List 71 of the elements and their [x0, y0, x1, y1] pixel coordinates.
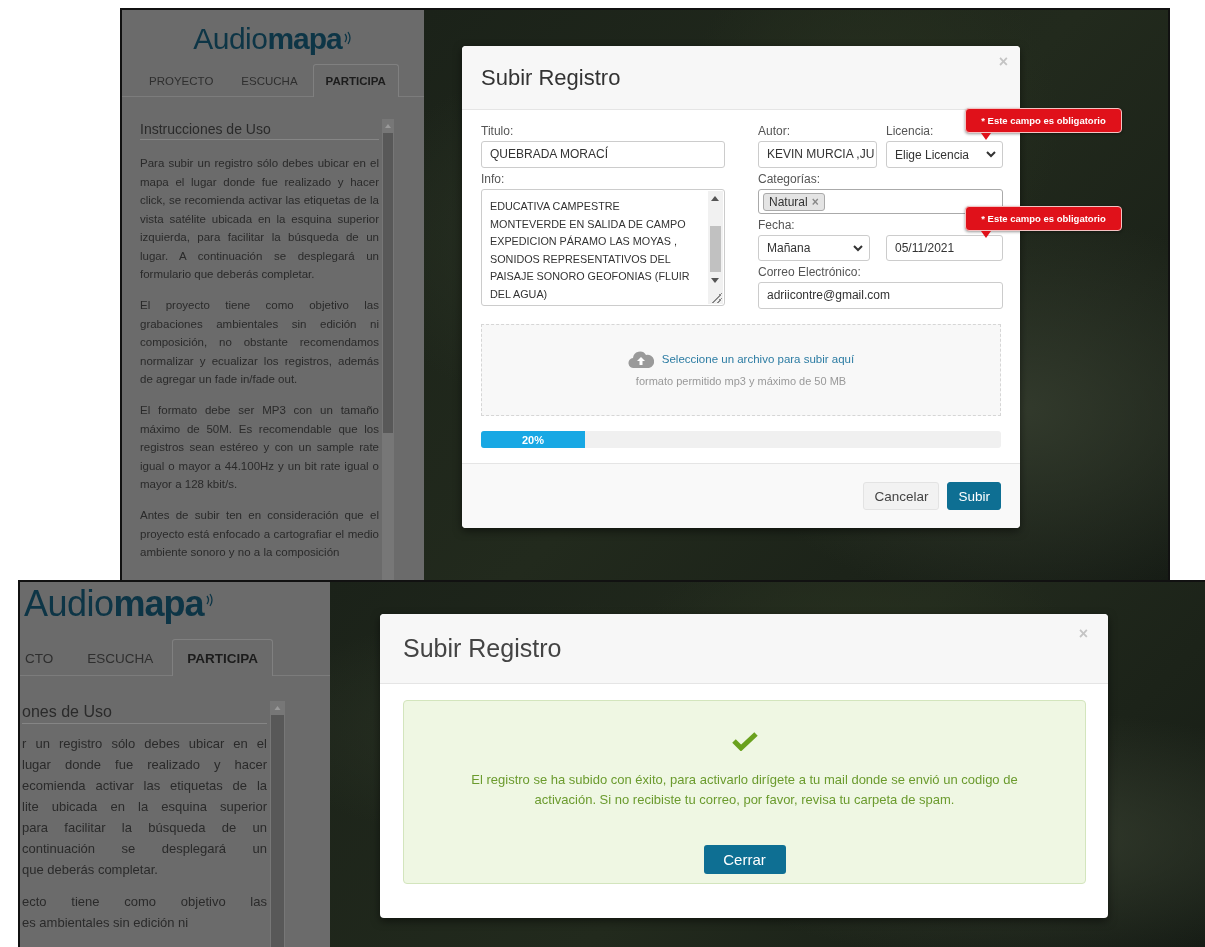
- paragraph-line: formulario que deberás completar.: [140, 267, 316, 282]
- author-field[interactable]: KEVIN MURCIA ,JU: [758, 141, 877, 168]
- email-field[interactable]: adriicontre@gmail.com: [758, 282, 1003, 309]
- tab[interactable]: PARTICIPA: [312, 64, 399, 97]
- paragraph-line: que deberás completar.: [22, 861, 159, 879]
- paragraph-line: mapa el lugar donde fue realizado y hacer: [140, 174, 379, 190]
- paragraph-line: grabaciones ambientales sin edición ni: [140, 316, 379, 332]
- paragraph-line: El proyecto tiene como objetivo las: [140, 298, 379, 313]
- tab[interactable]: PARTICIPA: [172, 639, 274, 676]
- field-label: Categorías:: [758, 172, 821, 186]
- logo: Audiomapa: [193, 24, 342, 54]
- section-heading: ones de Uso: [22, 701, 267, 724]
- paragraph-line: normalizar y ecualizar los registros, además: [140, 353, 379, 369]
- paragraph-line: máximo de 50M. Es recomendable que los: [140, 421, 379, 437]
- categories-field[interactable]: Natural ×: [758, 189, 1003, 214]
- cloud-upload-icon: [627, 349, 654, 369]
- field-label: Titulo:: [481, 124, 514, 138]
- error-tooltip: * Este campo es obligatorio: [965, 108, 1122, 140]
- dialog-title: Subir Registro: [403, 634, 562, 663]
- sound-waves-icon: [342, 30, 353, 46]
- dialog-title: Subir Registro: [481, 64, 621, 91]
- paragraph-line: r un registro sólo debes ubicar en el: [22, 735, 267, 753]
- field-label: Info:: [481, 172, 505, 186]
- cancel-button[interactable]: Cancelar: [863, 482, 940, 510]
- upload-link[interactable]: Seleccione un archivo para subir aquí: [661, 353, 855, 365]
- caret-icon: [853, 244, 863, 252]
- check-icon: [731, 731, 758, 751]
- paragraph-line: de agregar un fade in/fade out.: [140, 372, 299, 387]
- scrollbar[interactable]: [382, 119, 394, 580]
- paragraph-line: ambiente sonoro y no a la composición: [140, 545, 341, 560]
- success-message: El registro se ha subido con éxito, para activarlo dirígete a tu mail donde se envió un codigo de activación. Si no recibiste tu correo, por favor, revisa tu carpeta de spam.: [470, 771, 1019, 809]
- paragraph-line: mayor a 128 kbit/s.: [140, 477, 239, 492]
- paragraph-line: izquierda, para facilitar la búsqueda de un: [140, 230, 379, 245]
- paragraph-line: proyecto está enfocado a cartografiar el medio: [140, 526, 379, 542]
- license-select[interactable]: Elige Licencia: [886, 141, 1003, 168]
- file-dropzone[interactable]: Seleccione un archivo para subir aquí formato permitido mp3 y máximo de 50 MB: [481, 324, 1001, 416]
- field-label: Correo Electrónico:: [758, 265, 861, 279]
- section-heading: Instrucciones de Uso: [140, 119, 379, 140]
- paragraph-line: lite ubicada en la esquina superior: [22, 798, 267, 816]
- logo: Audiomapa: [24, 586, 204, 622]
- paragraph-line: es ambientales sin edición ni: [22, 914, 190, 932]
- paragraph-line: Para subir un registro sólo debes ubicar en el: [140, 156, 379, 171]
- paragraph-line: click, se recomienda activar las etiquetas de la: [140, 193, 379, 208]
- category-tag[interactable]: Natural ×: [763, 192, 825, 211]
- paragraph-line: lugar. A continuación se desplegará un: [140, 248, 379, 264]
- paragraph-line: registros sean estéreo y con un sample rate: [140, 440, 379, 455]
- submit-button[interactable]: Subir: [947, 482, 1001, 510]
- date-field[interactable]: 05/11/2021: [886, 235, 1003, 261]
- paragraph-line: El formato debe ser MP3 con un tamaño: [140, 403, 379, 418]
- caret-icon: [986, 151, 996, 158]
- title-field[interactable]: QUEBRADA MORACÍ: [481, 141, 725, 168]
- paragraph-line: continuación se desplegará un: [22, 840, 267, 858]
- progress-fill: 20%: [481, 431, 585, 448]
- info-textarea[interactable]: EDUCATIVA CAMPESTRE MONTEVERDE EN SALIDA DE CAMPO EXPEDICION PÁRAMO LAS MOYAS , SONIDOS REPRESENTATIVOS DEL PAISAJE SONORO GEOFONIAS (FLUIR DEL AGUA): [481, 189, 725, 306]
- field-label: Licencia:: [886, 124, 934, 138]
- paragraph-line: lugar donde fue realizado y hacer: [22, 756, 267, 774]
- paragraph-line: vista satélite ubicada en la esquina superior: [140, 211, 379, 227]
- paragraph-line: ecomienda activar las etiquetas de la: [22, 777, 267, 795]
- error-tooltip: * Este campo es obligatorio: [965, 206, 1122, 238]
- paragraph-line: composición, no obstante recomendamos: [140, 335, 379, 350]
- upload-hint: formato permitido mp3 y máximo de 50 MB: [635, 375, 847, 387]
- sound-waves-icon: [204, 592, 215, 608]
- paragraph-line: Antes de subir ten en consideración que el: [140, 508, 379, 523]
- paragraph-line: igual o mayor a 44.100Hz y un bit rate igual o: [140, 458, 379, 474]
- paragraph-line: ecto tiene como objetivo las: [22, 893, 267, 911]
- paragraph-line: para facilitar la búsqueda de un: [22, 819, 267, 837]
- time-select[interactable]: Mañana: [758, 235, 870, 261]
- remove-tag-button[interactable]: ×: [811, 194, 819, 209]
- field-label: Fecha:: [758, 218, 795, 232]
- close-dialog-button[interactable]: Cerrar: [703, 845, 786, 874]
- field-label: Autor:: [758, 124, 790, 138]
